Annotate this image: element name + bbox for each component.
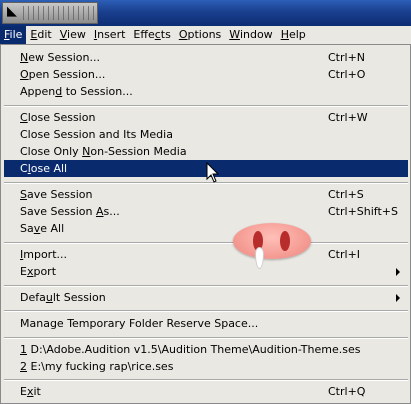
menu-default-session[interactable]: Default Session xyxy=(4,289,408,306)
shortcut-label: Ctrl+I xyxy=(328,248,361,261)
menu-edit[interactable]: Edit xyxy=(26,26,55,44)
menu-insert[interactable]: Insert xyxy=(90,26,130,44)
menu-append-session[interactable]: Append to Session... xyxy=(4,83,408,100)
menu-recent-file-2[interactable]: 2 E:\my fucking rap\rice.ses xyxy=(4,358,408,375)
menu-help[interactable]: Help xyxy=(277,26,310,44)
menu-effects[interactable]: Effects xyxy=(129,26,174,44)
menu-save-session-as[interactable]: Save Session As... Ctrl+Shift+S xyxy=(4,203,408,220)
pig-snout-sticker xyxy=(233,223,311,269)
menu-recent-file-1[interactable]: 1 D:\Adobe.Audition v1.5\Audition Theme\… xyxy=(4,341,408,358)
menu-window[interactable]: Window xyxy=(225,26,276,44)
menu-separator xyxy=(4,242,408,244)
file-menu-dropdown: New Session... Ctrl+N Open Session... Ct… xyxy=(0,44,411,404)
menu-bar: File Edit View Insert Effects Options Wi… xyxy=(0,26,411,45)
shortcut-label: Ctrl+W xyxy=(328,111,368,124)
menu-close-session[interactable]: Close Session Ctrl+W xyxy=(4,109,408,126)
menu-export[interactable]: Export xyxy=(4,263,408,280)
menu-import[interactable]: Import... Ctrl+I xyxy=(4,246,408,263)
menu-options[interactable]: Options xyxy=(175,26,225,44)
menu-close-non-session[interactable]: Close Only Non-Session Media xyxy=(4,143,408,160)
shortcut-label: Ctrl+O xyxy=(328,68,366,81)
menu-separator xyxy=(4,105,408,107)
nostril-right xyxy=(280,231,290,251)
shortcut-label: Ctrl+N xyxy=(328,51,366,64)
menu-separator xyxy=(4,310,408,312)
submenu-arrow-icon xyxy=(396,268,400,276)
audition-app-icon[interactable]: ◣ xyxy=(2,2,98,24)
menu-save-session[interactable]: Save Session Ctrl+S xyxy=(4,186,408,203)
menu-open-session[interactable]: Open Session... Ctrl+O xyxy=(4,66,408,83)
menu-close-session-media[interactable]: Close Session and Its Media xyxy=(4,126,408,143)
title-bar: ◣ xyxy=(0,0,411,26)
shortcut-label: Ctrl+S xyxy=(328,188,364,201)
shortcut-label: Ctrl+Shift+S xyxy=(328,205,398,218)
menu-new-session[interactable]: New Session... Ctrl+N xyxy=(4,49,408,66)
mouse-pointer-icon xyxy=(206,162,220,183)
menu-file[interactable]: File xyxy=(0,26,27,44)
submenu-arrow-icon xyxy=(396,294,400,302)
menu-exit[interactable]: Exit Ctrl+Q xyxy=(4,383,408,400)
menu-separator xyxy=(4,285,408,287)
menu-manage-temp-folder[interactable]: Manage Temporary Folder Reserve Space... xyxy=(4,315,408,332)
menu-view[interactable]: View xyxy=(56,26,90,44)
menu-separator xyxy=(4,379,408,381)
menu-separator xyxy=(4,337,408,339)
shortcut-label: Ctrl+Q xyxy=(328,385,366,398)
menu-save-all[interactable]: Save All xyxy=(4,220,408,237)
